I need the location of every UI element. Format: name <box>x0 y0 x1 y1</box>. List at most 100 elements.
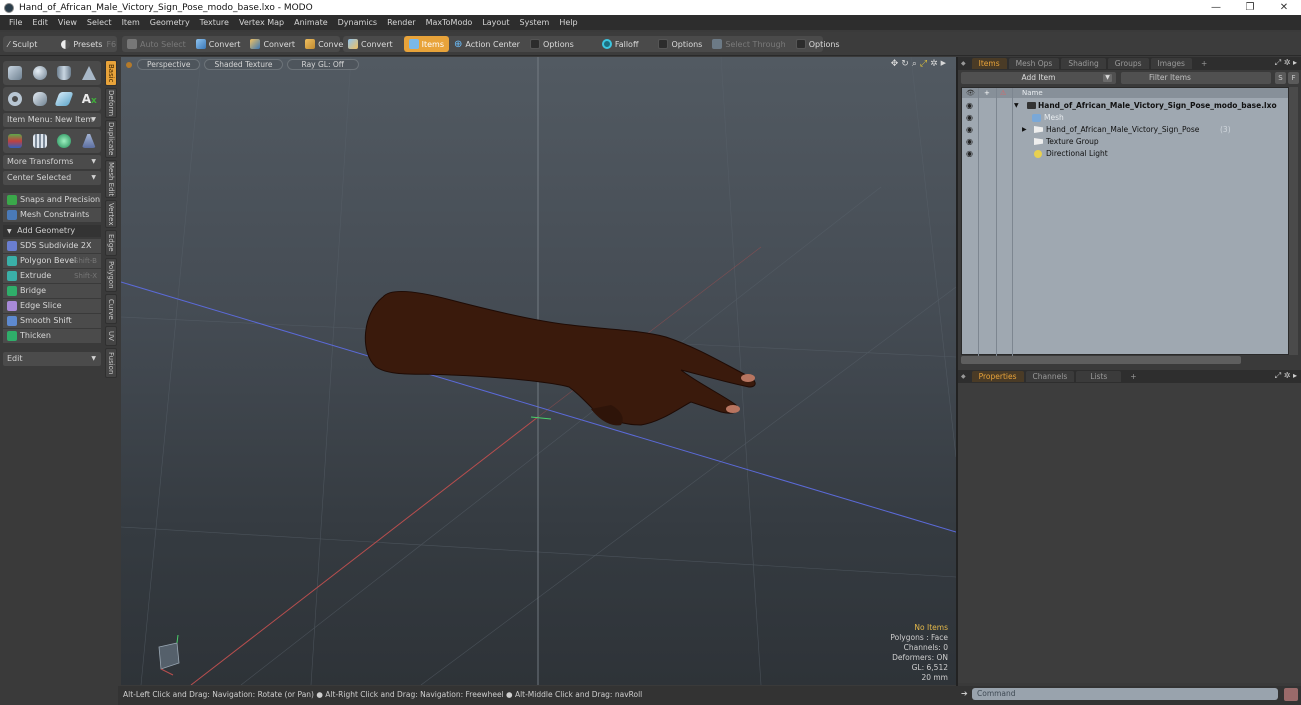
menu-dynamics[interactable]: Dynamics <box>338 18 377 27</box>
zoom-icon[interactable]: ⌕ <box>912 59 917 69</box>
3d-viewport[interactable]: Perspective Shaded Texture Ray GL: Off ✥… <box>121 57 956 685</box>
panel-options-icon[interactable]: ⤢ ✲ ▸ <box>1275 371 1297 381</box>
tab-groups[interactable]: Groups <box>1107 58 1149 69</box>
menu-edit[interactable]: Edit <box>32 18 48 27</box>
tool-extrude[interactable]: Extrude Shift-X <box>3 269 101 283</box>
torus-icon[interactable] <box>8 92 23 106</box>
visibility-eye-icon[interactable]: ◉ <box>966 125 976 135</box>
menu-layout[interactable]: Layout <box>482 18 509 27</box>
tab-mesh-edit[interactable]: Mesh Edit <box>105 160 117 198</box>
tool-thicken[interactable]: Thicken <box>3 329 101 343</box>
center-selected-dropdown[interactable]: Center Selected ▼ <box>3 171 101 185</box>
tree-row-scene[interactable]: ◉ ▼ Hand_of_African_Male_Victory_Sign_Po… <box>962 100 1288 112</box>
grid-mesh-icon[interactable] <box>32 134 47 148</box>
add-item-dropdown[interactable]: Add Item ▼ <box>961 72 1116 84</box>
cone-icon[interactable] <box>81 66 96 80</box>
menu-geometry[interactable]: Geometry <box>150 18 190 27</box>
shading-mode-button[interactable]: Shaded Texture <box>204 59 283 70</box>
tab-vertex[interactable]: Vertex <box>105 200 117 228</box>
select-through-button[interactable]: Select Through <box>707 36 790 52</box>
panel-menu-icon[interactable]: ◆ <box>961 60 966 67</box>
visibility-eye-icon[interactable]: ◉ <box>966 101 976 111</box>
tab-fusion[interactable]: Fusion <box>105 348 117 378</box>
menu-maxtomodo[interactable]: MaxToModo <box>426 18 473 27</box>
locator-icon[interactable] <box>8 134 23 148</box>
s-toggle-button[interactable]: S <box>1275 72 1286 84</box>
tab-mesh-ops[interactable]: Mesh Ops <box>1008 58 1060 69</box>
menu-item[interactable]: Item <box>122 18 140 27</box>
text-icon[interactable]: Ax <box>82 92 97 106</box>
add-geometry-section[interactable]: ▼ Add Geometry <box>3 225 101 237</box>
tool-edge-slice[interactable]: Edge Slice <box>3 299 101 313</box>
tool-smooth-shift[interactable]: Smooth Shift <box>3 314 101 328</box>
menu-help[interactable]: Help <box>559 18 577 27</box>
viewport-menu-icon[interactable] <box>126 61 132 68</box>
expand-arrow-icon[interactable]: ▼ <box>1014 100 1019 112</box>
tab-lists[interactable]: Lists <box>1076 371 1122 382</box>
raygl-button[interactable]: Ray GL: Off <box>286 59 359 70</box>
tab-channels[interactable]: Channels <box>1025 371 1075 382</box>
snaps-precision-button[interactable]: Snaps and Precision <box>3 193 101 207</box>
cube-icon[interactable] <box>8 66 23 80</box>
menu-view[interactable]: View <box>58 18 77 27</box>
tab-polygon[interactable]: Polygon <box>105 258 117 292</box>
menu-system[interactable]: System <box>520 18 550 27</box>
rotate-icon[interactable]: ↻ <box>901 59 909 69</box>
presets-button[interactable]: Presets F6 <box>56 36 121 52</box>
items-mode-button[interactable]: Items <box>403 36 450 52</box>
menu-select[interactable]: Select <box>87 18 112 27</box>
fit-icon[interactable]: ⤢ <box>920 59 927 69</box>
select-through-options-button[interactable]: Options <box>791 36 845 52</box>
close-button[interactable]: ✕ <box>1267 0 1301 15</box>
minimize-button[interactable]: — <box>1199 0 1233 15</box>
auto-select-button[interactable]: Auto Select <box>122 36 191 52</box>
tab-curve[interactable]: Curve <box>105 294 117 324</box>
convert-vertices-button[interactable]: Convert <box>191 36 246 52</box>
tool-sds-subdivide[interactable]: SDS Subdivide 2X <box>3 239 101 253</box>
tab-uv[interactable]: UV <box>105 326 117 346</box>
command-execute-button[interactable] <box>1284 688 1298 701</box>
item-menu-dropdown[interactable]: Item Menu: New Item ▼ <box>3 113 101 127</box>
visibility-eye-icon[interactable]: ◉ <box>966 149 976 159</box>
menu-animate[interactable]: Animate <box>294 18 328 27</box>
convert-edges-button[interactable]: Convert <box>245 36 300 52</box>
command-history-icon[interactable]: ➔ <box>961 689 968 698</box>
sphere-icon[interactable] <box>32 66 47 80</box>
tree-row-light[interactable]: ◉ Directional Light <box>962 148 1288 160</box>
visibility-eye-icon[interactable]: ◉ <box>966 137 976 147</box>
menu-texture[interactable]: Texture <box>200 18 229 27</box>
action-center-options-button[interactable]: Options <box>525 36 579 52</box>
item-list-vscrollbar[interactable] <box>1289 87 1298 355</box>
plane-icon[interactable] <box>54 92 74 106</box>
sculpt-button[interactable]: ⁄ Sculpt <box>3 36 42 52</box>
menu-file[interactable]: File <box>9 18 22 27</box>
tree-row-texture-group[interactable]: ◉ Texture Group <box>962 136 1288 148</box>
pan-icon[interactable]: ✥ <box>891 59 899 69</box>
menu-render[interactable]: Render <box>387 18 415 27</box>
capsule-icon[interactable] <box>32 92 47 106</box>
tool-bridge[interactable]: Bridge <box>3 284 101 298</box>
stairs-icon[interactable] <box>81 134 96 148</box>
gear-icon[interactable]: ✲ <box>930 59 938 69</box>
edit-dropdown[interactable]: Edit ▼ <box>3 352 101 366</box>
view-type-button[interactable]: Perspective <box>137 59 201 70</box>
visibility-eye-icon[interactable]: ◉ <box>966 113 976 123</box>
item-list-hscrollbar[interactable] <box>961 356 1241 364</box>
falloff-options-button[interactable]: Options <box>653 36 707 52</box>
expand-arrow-icon[interactable]: ▶ <box>941 59 946 69</box>
action-center-button[interactable]: ⊕ Action Center <box>449 36 525 52</box>
expand-arrow-icon[interactable]: ▶ <box>1022 124 1027 136</box>
add-tab-button[interactable]: + <box>1123 371 1143 382</box>
panel-menu-icon[interactable]: ◆ <box>961 373 966 380</box>
more-transforms-dropdown[interactable]: More Transforms ▼ <box>3 155 101 169</box>
name-column-header[interactable]: Name <box>1022 88 1043 98</box>
mesh-constraints-button[interactable]: Mesh Constraints <box>3 208 101 222</box>
tool-polygon-bevel[interactable]: Polygon Bevel Shift-B <box>3 254 101 268</box>
gem-icon[interactable] <box>57 134 72 148</box>
restore-button[interactable]: ❐ <box>1233 0 1267 15</box>
f-toggle-button[interactable]: F <box>1288 72 1299 84</box>
tab-edge[interactable]: Edge <box>105 230 117 256</box>
tab-basic[interactable]: Basic <box>105 60 117 86</box>
convert-materials-button[interactable]: Convert <box>343 36 398 52</box>
tab-images[interactable]: Images <box>1150 58 1192 69</box>
